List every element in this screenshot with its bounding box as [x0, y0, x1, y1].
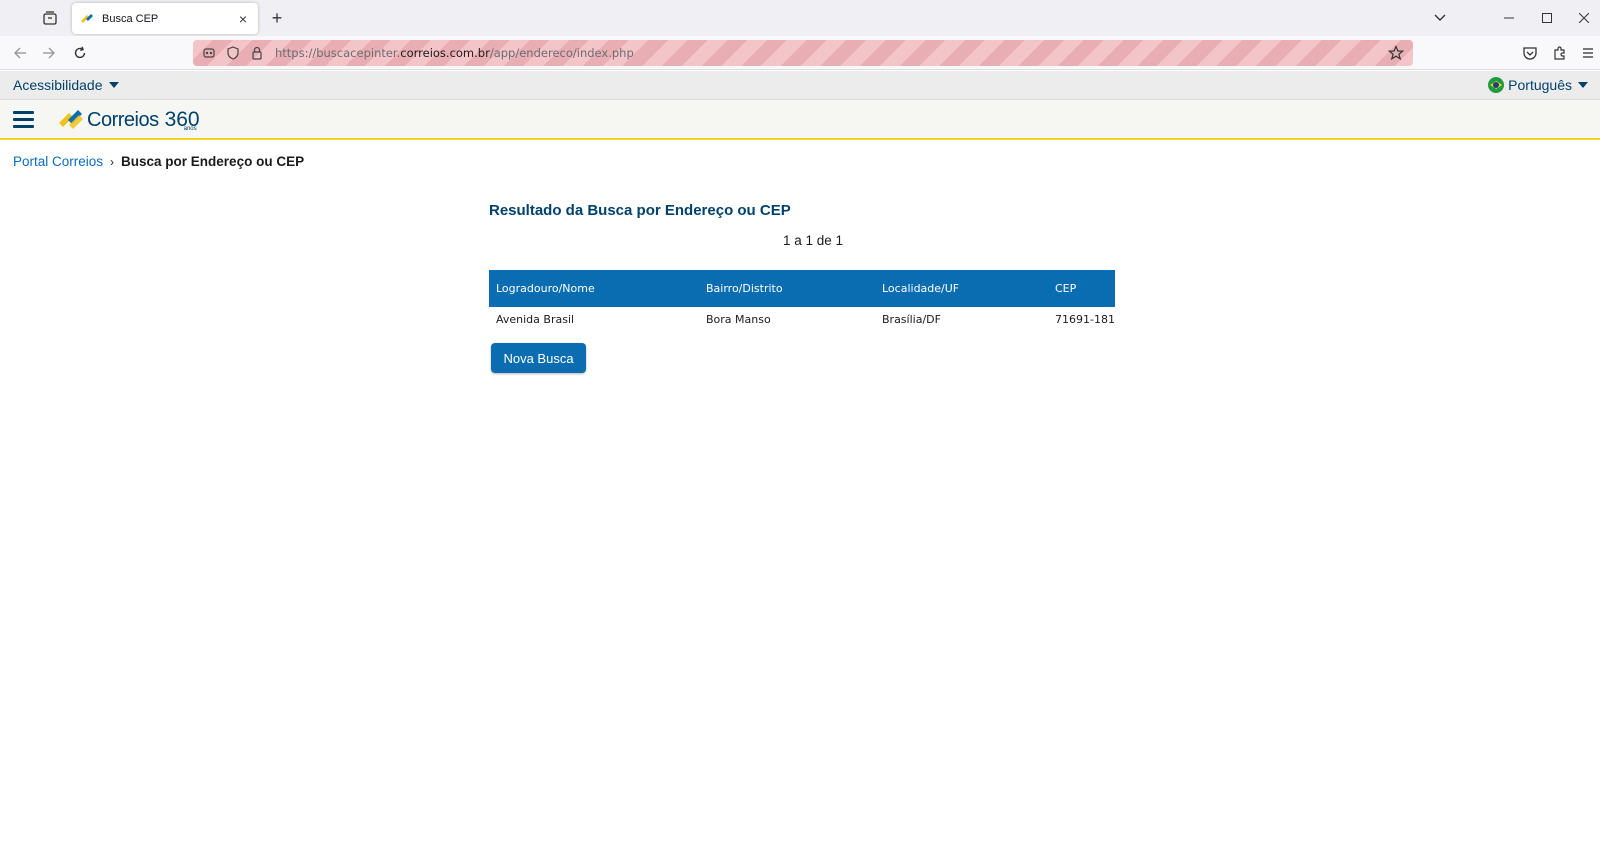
cell-localidade: Brasília/DF — [882, 313, 941, 326]
chevron-down-icon — [1578, 82, 1588, 88]
extensions-icon[interactable] — [1550, 43, 1570, 63]
chevron-down-icon — [108, 82, 119, 88]
correios-logo[interactable]: Correios 360 anos — [59, 105, 200, 135]
breadcrumb-separator: › — [110, 154, 115, 169]
reload-icon[interactable] — [70, 43, 90, 63]
tab-close-icon[interactable]: × — [236, 12, 250, 26]
pocket-icon[interactable] — [1520, 43, 1540, 63]
logo-text: Correios — [87, 108, 159, 131]
new-tab-icon[interactable]: + — [268, 9, 286, 27]
browser-nav-bar: https://buscacepinter.correios.com.br/ap… — [0, 36, 1600, 70]
language-dropdown[interactable]: Português — [1488, 77, 1588, 93]
shield-icon[interactable] — [225, 45, 241, 61]
window-close-icon[interactable] — [1574, 8, 1594, 28]
new-search-button[interactable]: Nova Busca — [491, 343, 586, 373]
tab-overview-icon[interactable] — [40, 8, 60, 28]
list-all-tabs-icon[interactable] — [1430, 8, 1450, 28]
site-header: Correios 360 anos — [0, 100, 1600, 140]
url-path: /app/endereco/index.php — [489, 46, 634, 60]
breadcrumb-current: Busca por Endereço ou CEP — [121, 154, 305, 169]
table-row: Avenida Brasil Bora Manso Brasília/DF 71… — [489, 307, 1115, 332]
cell-bairro: Bora Manso — [706, 313, 771, 326]
result-table: Logradouro/Nome Bairro/Distrito Localida… — [489, 270, 1115, 332]
address-bar[interactable]: https://buscacepinter.correios.com.br/ap… — [193, 40, 1413, 66]
accessibility-bar: Acessibilidade Português — [0, 71, 1600, 100]
correios-favicon-icon — [81, 13, 93, 23]
accessibility-dropdown[interactable]: Acessibilidade — [13, 77, 119, 93]
brazil-flag-icon — [1488, 77, 1505, 93]
app-menu-icon[interactable] — [1578, 43, 1598, 63]
column-header-bairro: Bairro/Distrito — [706, 282, 783, 295]
bookmark-star-icon[interactable] — [1387, 44, 1405, 62]
tracking-protection-icon[interactable] — [201, 45, 217, 61]
browser-tab[interactable]: Busca CEP × — [72, 3, 258, 34]
forward-icon[interactable] — [39, 43, 59, 63]
column-header-cep: CEP — [1055, 282, 1077, 295]
column-header-logradouro: Logradouro/Nome — [496, 282, 595, 295]
minimize-icon[interactable] — [1499, 8, 1519, 28]
url-text: https://buscacepinter.correios.com.br/ap… — [275, 46, 634, 60]
hamburger-menu-icon[interactable] — [13, 111, 34, 128]
browser-tab-bar: Busca CEP × + — [0, 0, 1600, 36]
url-host: correios.com.br — [400, 46, 490, 60]
column-header-localidade: Localidade/UF — [882, 282, 960, 295]
result-title: Resultado da Busca por Endereço ou CEP — [489, 202, 791, 219]
maximize-icon[interactable] — [1537, 8, 1557, 28]
breadcrumb: Portal Correios › Busca por Endereço ou … — [13, 154, 304, 169]
back-icon[interactable] — [10, 43, 30, 63]
accessibility-label: Acessibilidade — [13, 77, 103, 93]
lock-icon[interactable] — [249, 45, 265, 61]
url-prefix: https://buscacepinter. — [275, 46, 401, 60]
breadcrumb-home-link[interactable]: Portal Correios — [13, 154, 103, 169]
tab-title: Busca CEP — [102, 12, 159, 25]
cell-logradouro: Avenida Brasil — [496, 313, 575, 326]
result-pager: 1 a 1 de 1 — [783, 233, 844, 248]
cell-cep: 71691-181 — [1055, 313, 1115, 326]
language-label: Português — [1508, 77, 1572, 93]
logo-number: 360 — [164, 108, 200, 131]
table-header-row: Logradouro/Nome Bairro/Distrito Localida… — [489, 270, 1115, 307]
correios-mark-icon — [59, 110, 83, 129]
